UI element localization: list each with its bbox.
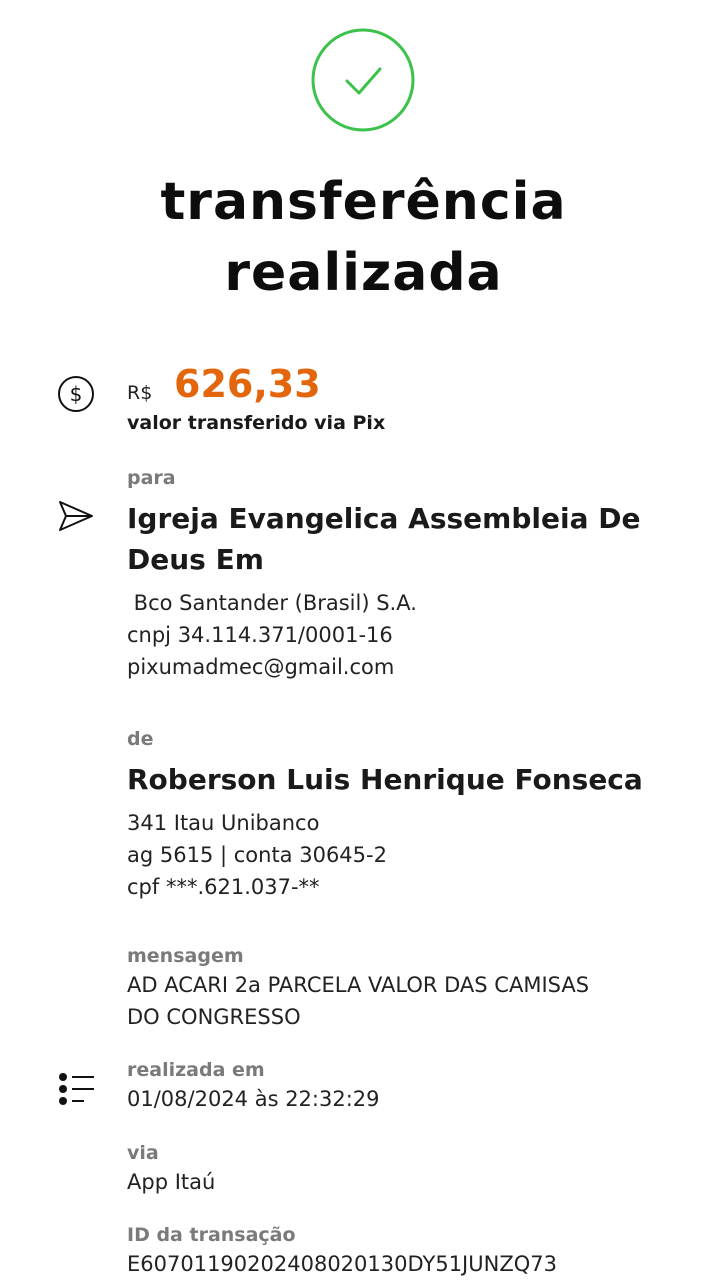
amount-description: valor transferido via Pix <box>127 412 386 434</box>
date-value: 01/08/2024 às 22:32:29 <box>127 1087 380 1111</box>
message-label: mensagem <box>127 945 244 967</box>
send-icon <box>56 498 96 538</box>
svg-text:$: $ <box>70 382 83 406</box>
recipient-label: para <box>127 467 176 489</box>
message-line2: DO CONGRESSO <box>127 1005 301 1029</box>
sender-document: cpf ***.621.037-** <box>127 875 320 899</box>
recipient-name-line1: Igreja Evangelica Assembleia De <box>127 502 641 535</box>
recipient-pix-key: pixumadmec@gmail.com <box>127 655 395 679</box>
page-title-line1: transferência <box>160 172 567 232</box>
transaction-id-label: ID da transação <box>127 1224 296 1246</box>
date-label: realizada em <box>127 1059 265 1081</box>
sender-account: ag 5615 | conta 30645-2 <box>127 843 387 867</box>
check-circle-icon <box>311 28 415 132</box>
currency-symbol: R$ <box>127 382 153 404</box>
via-value: App Itaú <box>127 1170 216 1194</box>
via-label: via <box>127 1142 159 1164</box>
recipient-bank: Bco Santander (Brasil) S.A. <box>127 591 417 615</box>
recipient-document: cnpj 34.114.371/0001-16 <box>127 623 393 647</box>
recipient-name-line2: Deus Em <box>127 543 264 576</box>
sender-name: Roberson Luis Henrique Fonseca <box>127 763 643 796</box>
dollar-circle-icon: $ <box>56 374 96 418</box>
transaction-id-value: E60701190202408020130DY51JUNZQ73 <box>127 1252 557 1276</box>
sender-label: de <box>127 728 154 750</box>
list-icon <box>56 1071 96 1113</box>
sender-bank: 341 Itau Unibanco <box>127 811 320 835</box>
transfer-amount: 626,33 <box>174 362 321 406</box>
page-title-line2: realizada <box>224 243 503 303</box>
message-line1: AD ACARI 2a PARCELA VALOR DAS CAMISAS <box>127 973 590 997</box>
